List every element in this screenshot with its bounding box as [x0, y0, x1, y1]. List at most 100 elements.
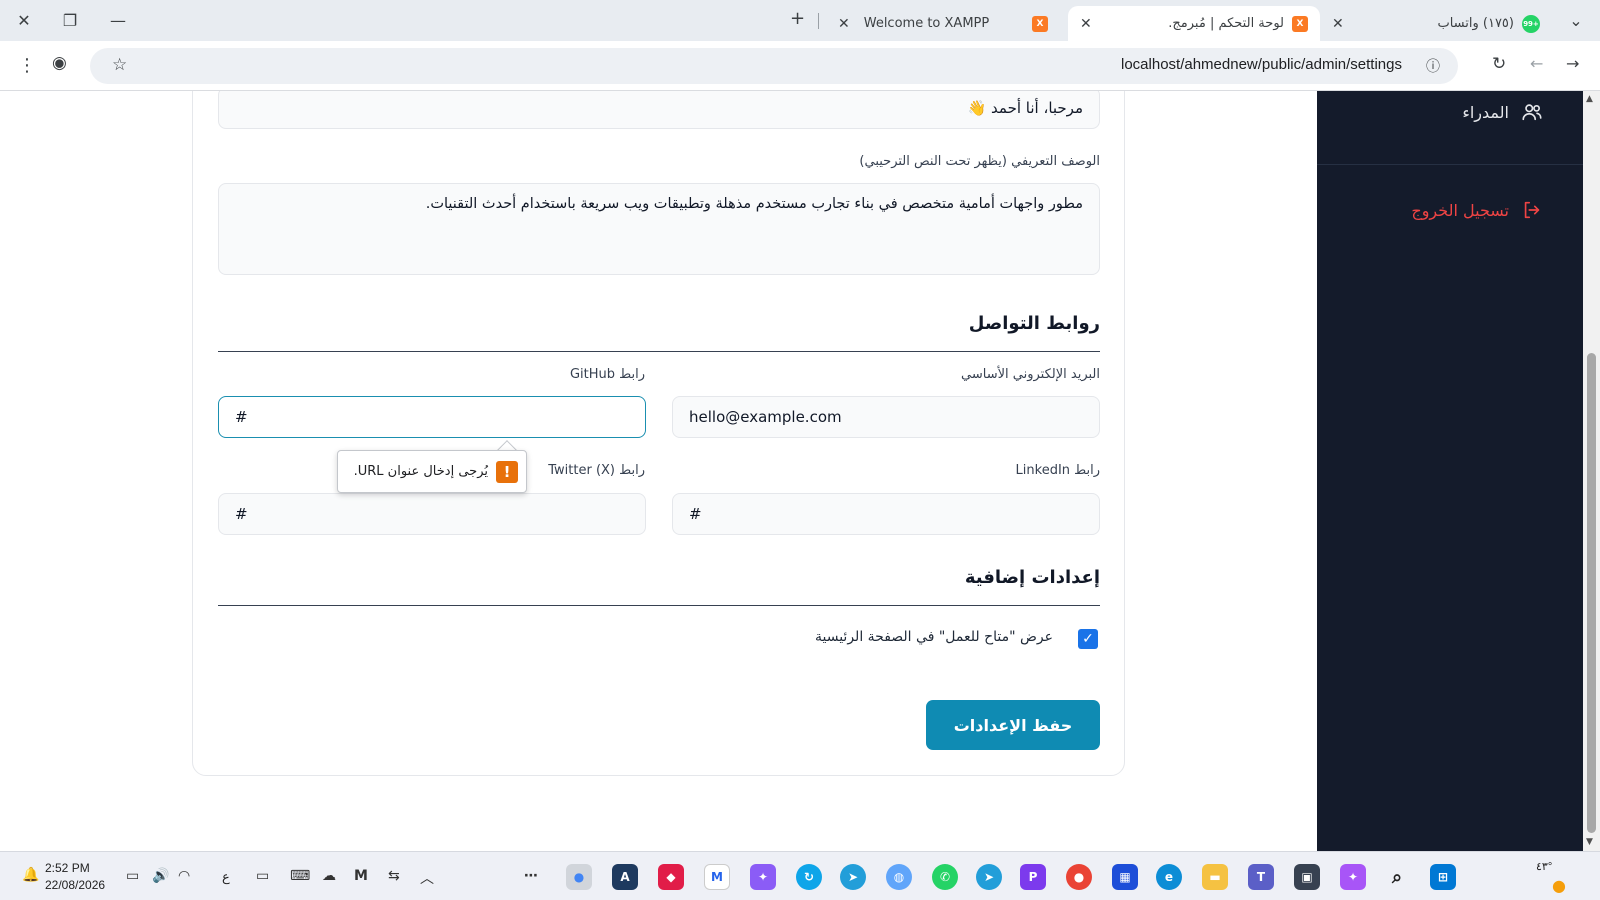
settings-sliders-icon[interactable]: ⇆ [388, 868, 400, 884]
tab-separator [818, 13, 819, 29]
validation-tooltip: ! يُرجى إدخال عنوان URL. [337, 450, 527, 493]
email-value: hello@example.com [689, 408, 842, 426]
bookmark-star-icon[interactable]: ☆ [112, 55, 127, 75]
anydesk-icon[interactable]: ◆ [658, 864, 684, 890]
logout-icon [1521, 199, 1543, 221]
mail-app-tray-icon[interactable]: M [354, 868, 368, 884]
onedrive-icon[interactable]: ☁ [322, 868, 336, 884]
tab-dashboard[interactable]: ✕ لوحة التحكم | مُبرمج. X [1068, 6, 1320, 41]
task-view-icon[interactable]: ▣ [1294, 864, 1320, 890]
section-divider [218, 605, 1100, 606]
search-icon[interactable]: ⌕ [1384, 864, 1410, 890]
sidebar-item-label: تسجيل الخروج [1411, 200, 1509, 220]
globe-app-icon[interactable]: ◍ [886, 864, 912, 890]
weather-sun-icon[interactable]: ● [1552, 876, 1566, 895]
sidebar-item-admins[interactable]: المدراء [1462, 101, 1543, 123]
copilot-icon[interactable]: ✦ [750, 864, 776, 890]
url-text[interactable]: localhost/ahmednew/public/admin/settings [1121, 56, 1402, 73]
page-scrollbar[interactable]: ▲ ▼ [1583, 91, 1600, 851]
description-label: الوصف التعريفي (يظهر تحت النص الترحيبي) [859, 154, 1100, 169]
github-input[interactable]: # [218, 396, 646, 438]
site-info-icon[interactable]: ⓘ [1426, 56, 1440, 76]
available-for-work-checkbox[interactable]: ✓ [1078, 629, 1098, 649]
new-tab-button[interactable]: + [790, 8, 805, 29]
chrome-icon[interactable]: ● [1066, 864, 1092, 890]
linkedin-value: # [689, 505, 702, 523]
description-value: مطور واجهات أمامية متخصص في بناء تجارب م… [425, 196, 1083, 212]
windows-taskbar: 🔔 2:52 PM 22/08/2026 ▭ 🔊 ◠ ع ▭ ⌨ ☁ M ⇆ ︿… [0, 851, 1600, 900]
sync-app-icon[interactable]: ↻ [796, 864, 822, 890]
chrome-dev-icon[interactable]: ● [566, 864, 592, 890]
users-icon [1521, 101, 1543, 123]
close-tab-icon[interactable]: ✕ [1080, 16, 1092, 32]
section-divider [218, 351, 1100, 352]
close-tab-icon[interactable]: ✕ [838, 16, 850, 32]
show-hidden-icons-chevron[interactable]: ︿ [420, 868, 434, 888]
whatsapp-favicon-icon: 99+ [1522, 14, 1540, 33]
menu-dots-icon[interactable]: ⋮ [18, 55, 36, 76]
restore-window-icon[interactable]: ❐ [56, 6, 84, 34]
save-settings-button[interactable]: حفظ الإعدادات [926, 700, 1100, 750]
tab-title: Welcome to XAMPP [863, 16, 990, 31]
twitter-input[interactable]: # [218, 493, 646, 535]
linkedin-input[interactable]: # [672, 493, 1100, 535]
more-apps-icon[interactable]: ⋯ [524, 868, 538, 884]
volume-icon[interactable]: 🔊 [152, 868, 169, 884]
input-language[interactable]: ع [222, 869, 230, 885]
xampp-favicon-icon: X [1292, 15, 1308, 32]
reload-icon[interactable]: ↻ [1492, 54, 1506, 74]
admin-sidebar: المدراء تسجيل الخروج [1317, 91, 1583, 851]
whatsapp-icon[interactable]: ✆ [932, 864, 958, 890]
scroll-thumb[interactable] [1587, 353, 1596, 833]
file-explorer-icon[interactable]: ▬ [1202, 864, 1228, 890]
warning-icon: ! [496, 460, 518, 483]
telegram-desktop-icon[interactable]: ➤ [976, 864, 1002, 890]
sidebar-item-logout[interactable]: تسجيل الخروج [1411, 199, 1543, 221]
sidebar-item-label: المدراء [1462, 102, 1509, 122]
extra-section-title: إعدادات إضافية [964, 567, 1100, 588]
tab-search-chevron-icon[interactable]: ⌄ [1562, 6, 1590, 34]
touch-keyboard-icon[interactable]: ▭ [256, 868, 269, 884]
notification-bell-icon[interactable]: 🔔 [22, 867, 39, 883]
forward-arrow-icon[interactable]: → [1566, 54, 1579, 73]
twitter-value: # [235, 505, 248, 523]
p-app-icon[interactable]: P [1020, 864, 1046, 890]
profile-icon[interactable]: ◉ [52, 53, 67, 73]
back-arrow-icon[interactable]: ← [1530, 54, 1543, 73]
available-for-work-label: عرض "متاح للعمل" في الصفحة الرئيسية [814, 629, 1053, 645]
contact-section-title: روابط التواصل [968, 313, 1100, 334]
email-label: البريد الإلكتروني الأساسي [961, 367, 1100, 382]
telegram-icon[interactable]: ➤ [840, 864, 866, 890]
tab-title: لوحة التحكم | مُبرمج. [1168, 16, 1284, 31]
github-label: رابط GitHub [569, 367, 645, 382]
copilot-pre-icon[interactable]: ✦ [1340, 864, 1366, 890]
omnibox[interactable]: ☆ localhost/ahmednew/public/admin/settin… [90, 48, 1458, 84]
clock-date[interactable]: 22/08/2026 [45, 878, 105, 892]
tab-whatsapp[interactable]: ✕ (١٧٥) واتساب 99+ [1322, 6, 1550, 41]
close-tab-icon[interactable]: ✕ [1332, 16, 1344, 32]
scroll-down-icon[interactable]: ▼ [1586, 837, 1593, 847]
battery-icon[interactable]: ▭ [126, 868, 139, 884]
scroll-up-icon[interactable]: ▲ [1586, 94, 1593, 104]
hero-text-value: مرحبا، أنا أحمد 👋 [967, 99, 1083, 117]
tab-xampp[interactable]: ✕ Welcome to XAMPP X [828, 6, 1058, 41]
clock-time[interactable]: 2:52 PM [45, 861, 90, 875]
mail-app-icon[interactable]: M [704, 864, 730, 890]
validation-message: يُرجى إدخال عنوان URL. [353, 464, 488, 479]
address-bar: ⋮ ◉ ☆ localhost/ahmednew/public/admin/se… [0, 41, 1600, 91]
minimize-window-icon[interactable]: — [104, 6, 132, 34]
edge-icon[interactable]: e [1156, 864, 1182, 890]
description-textarea[interactable]: مطور واجهات أمامية متخصص في بناء تجارب م… [218, 183, 1100, 275]
teams-icon[interactable]: T [1248, 864, 1274, 890]
close-window-icon[interactable]: ✕ [10, 6, 38, 34]
windows-start-icon[interactable]: ⊞ [1430, 864, 1456, 890]
weather-temp[interactable]: ٤٣° [1536, 860, 1552, 873]
keyboard-icon[interactable]: ⌨ [290, 868, 310, 884]
email-input[interactable]: hello@example.com [672, 396, 1100, 438]
microsoft-store-icon[interactable]: ▦ [1112, 864, 1138, 890]
wifi-icon[interactable]: ◠ [178, 868, 190, 884]
twitter-label: رابط Twitter (X) [548, 463, 645, 478]
hero-text-input[interactable]: مرحبا، أنا أحمد 👋 [218, 91, 1100, 129]
terminal-app-icon[interactable]: A [612, 864, 638, 890]
tab-title: (١٧٥) واتساب [1437, 16, 1514, 31]
